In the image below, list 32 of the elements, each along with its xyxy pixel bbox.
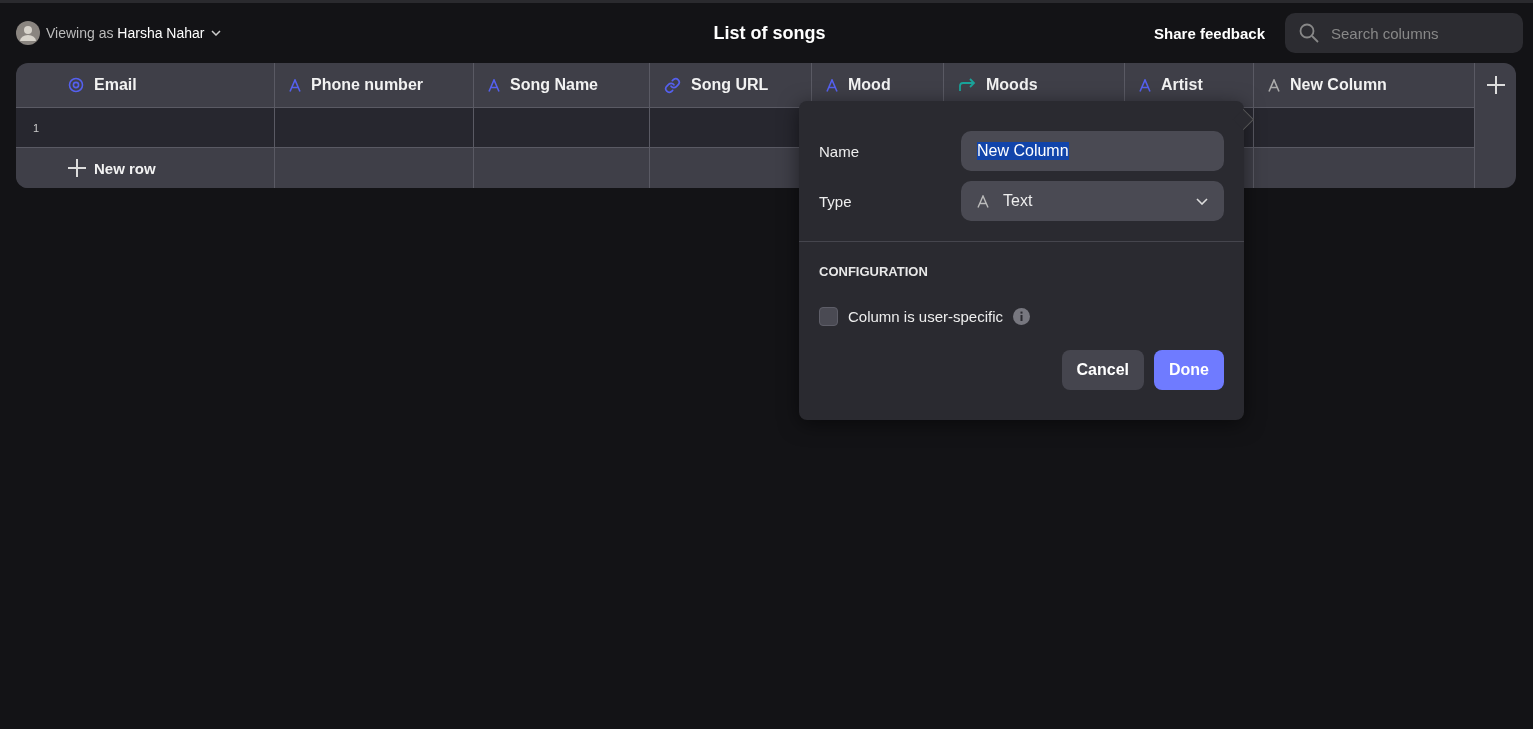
text-type-icon — [488, 78, 500, 92]
text-type-icon — [1139, 78, 1151, 92]
chevron-down-icon — [1196, 197, 1208, 205]
plus-icon — [68, 159, 86, 177]
arrow-icon — [958, 78, 976, 92]
cancel-button[interactable]: Cancel — [1061, 350, 1144, 390]
search-input[interactable]: Search columns — [1329, 23, 1503, 43]
share-feedback-link[interactable]: Share feedback — [1154, 24, 1265, 42]
search-field[interactable]: Search columns — [1285, 13, 1523, 53]
type-label: Type — [819, 192, 853, 210]
name-label: Name — [819, 142, 860, 160]
at-icon — [68, 77, 84, 93]
text-type-icon — [289, 78, 301, 92]
row-number-cell: 1 — [16, 108, 275, 148]
plus-icon — [1485, 75, 1506, 95]
section-heading: CONFIGURATION — [819, 264, 929, 279]
name-field[interactable]: New Column — [961, 131, 1224, 171]
avatar[interactable] — [16, 21, 40, 45]
done-button[interactable]: Done — [1154, 350, 1224, 390]
search-icon — [1299, 23, 1319, 43]
checkbox[interactable] — [819, 307, 838, 326]
page-title: List of songs — [713, 22, 826, 44]
type-select[interactable]: Text — [961, 181, 1224, 221]
link-icon — [664, 76, 681, 94]
checkbox-label: Column is user-specific — [848, 308, 1004, 325]
info-icon[interactable] — [1013, 308, 1031, 325]
chevron-down-icon[interactable] — [210, 30, 221, 36]
viewing-as-label[interactable]: Viewing as Harsha Nahar — [46, 25, 205, 41]
text-type-icon — [1268, 78, 1280, 92]
text-type-icon — [977, 194, 989, 208]
text-type-icon — [826, 78, 838, 92]
new-row-button[interactable]: New row — [68, 159, 156, 177]
